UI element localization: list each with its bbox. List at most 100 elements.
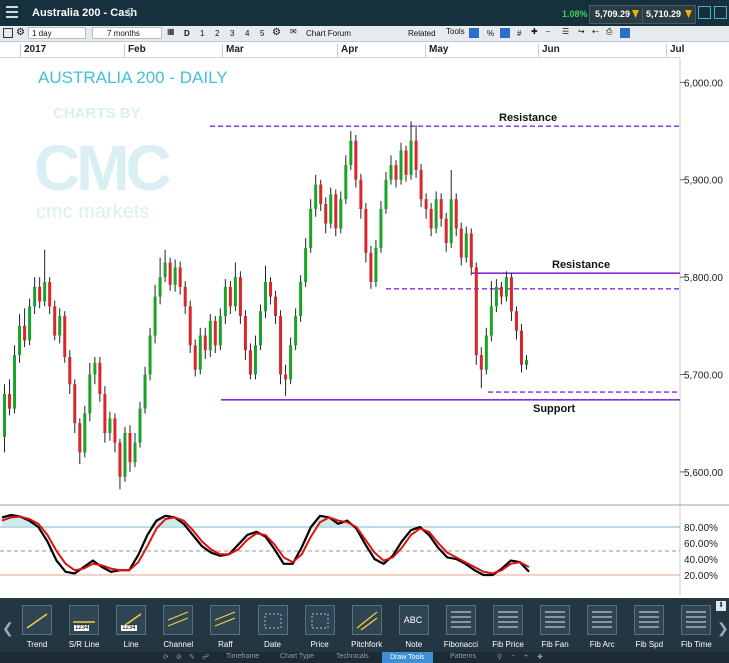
- fib-arc-icon: [587, 605, 618, 635]
- candle: [138, 401, 142, 448]
- refresh-icon[interactable]: ⟳: [163, 653, 169, 661]
- tool-fib-time[interactable]: Fib Time: [673, 605, 719, 649]
- candle-body: [409, 140, 413, 175]
- tab-chart-type[interactable]: Chart Type: [280, 653, 314, 660]
- settings-icon[interactable]: ⚙: [16, 27, 25, 38]
- tool-tag: 1234: [121, 625, 137, 631]
- candle: [374, 240, 378, 287]
- close-icon[interactable]: [714, 6, 727, 19]
- price-icon: [304, 605, 335, 635]
- daily-button[interactable]: D: [184, 29, 190, 38]
- candle-body: [524, 359, 528, 365]
- range-select[interactable]: 7 months: [92, 27, 162, 39]
- d-line: [1, 515, 530, 575]
- candle: [484, 327, 488, 375]
- candle-body: [444, 218, 448, 244]
- period-1-button[interactable]: 1: [200, 29, 204, 38]
- period-5-button[interactable]: 5: [260, 29, 264, 38]
- buy-price-button[interactable]: 5,710.29: [642, 5, 696, 24]
- candle-body: [369, 252, 373, 282]
- tool-fibonacci[interactable]: Fibonacci: [438, 605, 484, 649]
- tool-label: Line: [123, 640, 139, 649]
- zoom-out-icon[interactable]: −: [511, 653, 515, 660]
- candle: [183, 281, 187, 315]
- print-icon[interactable]: ⎙: [606, 27, 612, 37]
- candle: [68, 350, 72, 394]
- candle: [228, 281, 232, 315]
- tool-fib-spd[interactable]: Fib Spd: [626, 605, 672, 649]
- y-tick-label: 5,800.00: [684, 273, 723, 284]
- tab-draw-tools[interactable]: Draw Tools: [382, 652, 433, 663]
- tool-fib-price[interactable]: Fib Price: [485, 605, 531, 649]
- candle-body: [304, 247, 308, 282]
- tool-pitchfork[interactable]: Pitchfork: [344, 605, 390, 649]
- sell-price-button[interactable]: 5,709.29: [589, 5, 643, 24]
- pen-icon[interactable]: ✎: [189, 653, 195, 661]
- percent-button[interactable]: %: [487, 29, 494, 38]
- popout-icon[interactable]: [698, 6, 711, 19]
- candle: [294, 308, 298, 351]
- related-button[interactable]: Related: [408, 29, 436, 38]
- tab-technicals[interactable]: Technicals: [336, 653, 369, 660]
- zoom-icon[interactable]: ⚲: [497, 653, 502, 661]
- candle: [479, 347, 483, 389]
- candle-body: [38, 286, 42, 302]
- zoom-in-icon[interactable]: +: [524, 653, 528, 660]
- tool-label: Fibonacci: [443, 640, 479, 649]
- candle: [33, 277, 37, 315]
- oscillator-chart[interactable]: 80.00% 60.00% 40.00% 20.00%: [0, 506, 729, 596]
- chart-forum-button[interactable]: Chart Forum: [306, 29, 351, 38]
- search-icon[interactable]: ⚲: [126, 6, 134, 19]
- scroll-left-icon[interactable]: ❮: [2, 620, 14, 637]
- layout-icon[interactable]: [3, 28, 13, 38]
- tab-timeframe[interactable]: Timeframe: [226, 653, 259, 660]
- candle: [319, 179, 323, 211]
- gear-icon[interactable]: ⚙: [272, 27, 281, 38]
- crosshair-icon[interactable]: ✚: [531, 27, 538, 36]
- tools-button[interactable]: Tools: [446, 27, 465, 36]
- top-bar: Australia 200 - Cash ⚲ 1.08% 5,709.29 5,…: [0, 0, 729, 26]
- chat-icon[interactable]: ✉: [290, 27, 297, 36]
- candle: [369, 245, 373, 289]
- tool-raff[interactable]: Raff: [202, 605, 248, 649]
- menu-icon[interactable]: [6, 6, 18, 18]
- candle: [223, 279, 227, 324]
- price-chart[interactable]: CHARTS BY CMC cmc markets AUSTRALIA 200 …: [0, 58, 729, 506]
- tool-line[interactable]: 1234 Line: [108, 605, 154, 649]
- candle-body: [143, 374, 147, 409]
- tool-toggle-icon[interactable]: [469, 28, 479, 38]
- tool-date[interactable]: Date: [250, 605, 296, 649]
- period-3-button[interactable]: 3: [230, 29, 234, 38]
- candle: [58, 308, 62, 344]
- layers-icon[interactable]: ☰: [562, 27, 569, 36]
- calendar-icon[interactable]: ▦: [167, 27, 175, 36]
- tool-trend[interactable]: Trend: [14, 605, 60, 649]
- tab-patterns[interactable]: Patterns: [450, 653, 476, 660]
- candle-body: [384, 179, 388, 209]
- tool-fib-fan[interactable]: Fib Fan: [532, 605, 578, 649]
- block-icon[interactable]: ⊘: [176, 653, 182, 661]
- export-icon[interactable]: ↪: [578, 27, 585, 36]
- tool-label: Note: [405, 640, 423, 649]
- draw-toggle-icon[interactable]: [620, 28, 630, 38]
- period-2-button[interactable]: 2: [215, 29, 219, 38]
- tool-price[interactable]: Price: [297, 605, 343, 649]
- tool-fib-arc[interactable]: Fib Arc: [579, 605, 625, 649]
- candle-body: [228, 286, 232, 307]
- candle: [439, 193, 443, 227]
- tool-note[interactable]: ABC Note: [391, 605, 437, 649]
- line-toggle-icon[interactable]: ⎯: [546, 27, 550, 37]
- candle: [253, 335, 257, 380]
- text-icon[interactable]: [500, 28, 510, 38]
- grid-button[interactable]: #: [517, 29, 521, 38]
- interval-select[interactable]: 1 day: [28, 27, 86, 39]
- candle-body: [449, 199, 453, 244]
- month-label: Jul: [666, 44, 684, 57]
- back-icon[interactable]: ⇠: [592, 27, 599, 36]
- candle: [519, 323, 523, 373]
- fit-icon[interactable]: ✚: [537, 653, 543, 661]
- tool-channel[interactable]: Channel: [155, 605, 201, 649]
- tool-s-r-line[interactable]: 1234 S/R Line: [61, 605, 107, 649]
- link-icon[interactable]: ☍: [202, 653, 209, 661]
- period-4-button[interactable]: 4: [245, 29, 249, 38]
